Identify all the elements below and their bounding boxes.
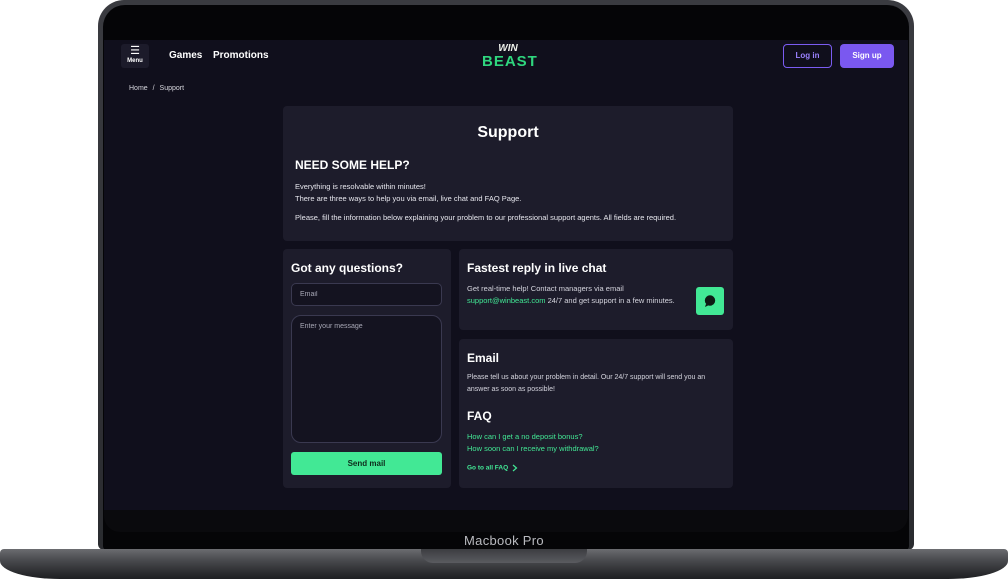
chat-bubble-icon (704, 295, 716, 307)
breadcrumb-separator: / (152, 85, 155, 92)
contact-form-card: Got any questions? Send mail (283, 249, 451, 488)
email-faq-card: Email Please tell us about your problem … (459, 339, 733, 488)
signup-button[interactable]: Sign up (840, 44, 894, 68)
email-section-text: Please tell us about your problem in det… (467, 374, 706, 393)
support-intro-card: Support NEED SOME HELP? Everything is re… (283, 106, 733, 241)
laptop-notch (421, 549, 587, 563)
menu-button[interactable]: ☰ Menu (121, 44, 149, 68)
open-chat-button[interactable] (696, 287, 724, 315)
message-field[interactable] (291, 315, 442, 443)
website-screen: ☰ Menu Games Promotions WIN BEAST Log in… (104, 40, 908, 510)
chevron-right-icon (512, 464, 518, 472)
login-button[interactable]: Log in (783, 44, 832, 68)
device-label: Macbook Pro (464, 533, 544, 548)
help-heading: NEED SOME HELP? (295, 158, 410, 172)
help-line-2: There are three ways to help you via ema… (295, 194, 522, 203)
laptop-chin (104, 510, 908, 532)
email-field[interactable] (291, 283, 442, 306)
email-section-title: Email (467, 351, 500, 365)
support-email-link[interactable]: support@winbeast.com (467, 296, 545, 305)
logo-text-bottom: BEAST (482, 53, 538, 70)
nav-games[interactable]: Games (169, 50, 202, 61)
help-line-1: Everything is resolvable within minutes! (295, 182, 426, 191)
menu-label: Menu (127, 58, 143, 64)
form-title: Got any questions? (291, 261, 404, 275)
live-chat-text-before: Get real-time help! Contact managers via… (467, 284, 624, 293)
site-logo[interactable]: WIN BEAST (482, 44, 538, 72)
send-mail-button[interactable]: Send mail (291, 452, 442, 475)
breadcrumb: Home / Support (129, 85, 187, 92)
breadcrumb-current: Support (159, 85, 185, 92)
faq-section-title: FAQ (467, 409, 492, 423)
live-chat-title: Fastest reply in live chat (467, 261, 607, 275)
breadcrumb-home[interactable]: Home (129, 85, 148, 92)
live-chat-card: Fastest reply in live chat Get real-time… (459, 249, 733, 330)
hamburger-icon: ☰ (130, 45, 140, 57)
live-chat-description: Get real-time help! Contact managers via… (467, 283, 677, 307)
faq-link-withdrawal[interactable]: How soon can I receive my withdrawal? (467, 444, 599, 453)
help-line-3: Please, fill the information below expla… (295, 213, 677, 222)
go-to-all-faq-link[interactable]: Go to all FAQ (467, 464, 518, 472)
faq-link-no-deposit-bonus[interactable]: How can I get a no deposit bonus? (467, 432, 583, 441)
live-chat-text-after: 24/7 and get support in a few minutes. (545, 296, 675, 305)
go-to-all-faq-label: Go to all FAQ (467, 464, 509, 472)
page-title: Support (477, 124, 539, 141)
nav-promotions[interactable]: Promotions (213, 50, 269, 61)
